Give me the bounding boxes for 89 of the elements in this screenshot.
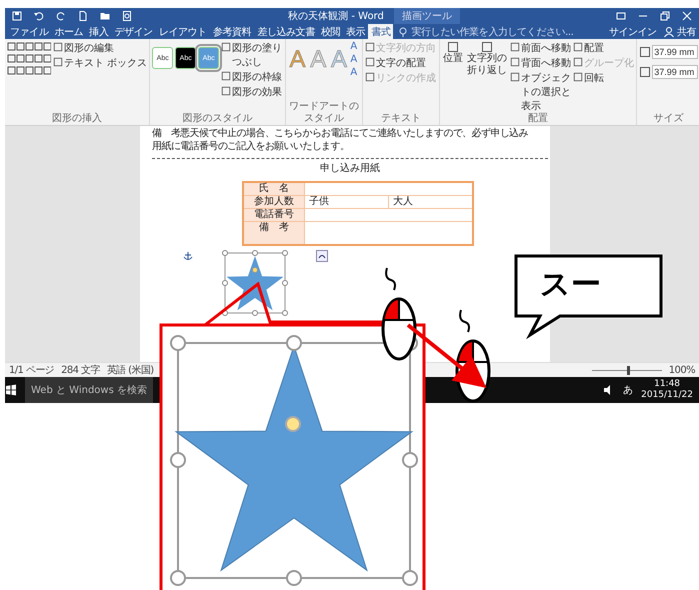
command-icon — [365, 57, 376, 67]
ribbon-command[interactable]: 前面へ移動 — [510, 41, 572, 55]
tell-me-field[interactable]: 実行したい作業を入力してください... — [411, 24, 574, 38]
size-icon — [639, 46, 652, 58]
ribbon-command[interactable]: 図形の効果 — [221, 85, 284, 99]
group-label: サイズ — [654, 113, 684, 124]
command-icon — [221, 71, 232, 81]
ribbon-tab[interactable]: 挿入 — [86, 24, 112, 39]
group-label: 図形のスタイル — [182, 113, 253, 124]
window-title: 秋の天体観測 - Word — [288, 10, 384, 23]
word-count: 284 文字 — [61, 364, 100, 377]
ribbon-command[interactable]: 配置 — [573, 41, 634, 55]
command-icon — [573, 72, 584, 82]
command-icon — [573, 57, 584, 67]
size-field[interactable]: 37.99 mm — [652, 65, 698, 79]
ribbon-command[interactable]: 図形の塗りつぶし — [221, 41, 284, 69]
ribbon-command[interactable]: 回転 — [573, 71, 634, 85]
folder-icon[interactable] — [99, 10, 111, 22]
command-icon — [510, 57, 520, 67]
body-text: 備 考悪天候で中止の場合、こちらからお電話にてご連絡いたしますので、必ず申し込み — [152, 127, 528, 140]
table-header-cell: 氏 名 — [243, 182, 304, 196]
layout-options-icon[interactable] — [316, 250, 328, 262]
command-icon — [221, 42, 232, 52]
windows-logo-icon[interactable] — [5, 384, 17, 396]
anchor-icon — [182, 250, 194, 262]
table-header-cell: 参加人数 — [243, 196, 304, 208]
close-icon[interactable] — [681, 10, 694, 22]
context-tab-header: 描画ツール — [394, 8, 460, 24]
taskbar-search-field[interactable]: Web と Windows を検索 — [25, 377, 153, 403]
group-label: 図形の挿入 — [52, 113, 102, 124]
body-text: 用紙に電話番号のご記入をお願いいたします。 — [152, 140, 350, 153]
command-icon — [573, 42, 584, 52]
restore-icon[interactable] — [659, 10, 672, 22]
shapes-gallery[interactable] — [7, 41, 51, 77]
command-icon — [510, 42, 520, 52]
ribbon-command[interactable]: 文字の配置 — [365, 56, 438, 70]
print-preview-icon[interactable] — [121, 10, 133, 22]
size-icon — [639, 66, 652, 78]
ribbon-tab[interactable]: ファイル — [7, 24, 52, 39]
page-count: 1/1 ページ — [9, 364, 54, 377]
sign-in-link[interactable]: サインイン — [606, 24, 660, 39]
person-icon — [662, 26, 675, 38]
clock-time: 11:48 — [654, 379, 680, 390]
zoom-percent[interactable]: 100% — [668, 364, 695, 376]
ribbon-command[interactable]: 文字列の折り返し — [466, 41, 508, 113]
command-icon — [221, 86, 232, 96]
ribbon-tab[interactable]: 参考資料 — [210, 24, 254, 39]
layout-icon — [481, 41, 494, 53]
ime-indicator[interactable]: あ — [623, 383, 634, 397]
ribbon-tab[interactable]: ホーム — [51, 24, 86, 39]
command-icon — [510, 72, 520, 82]
share-button[interactable]: 共有 — [676, 24, 696, 38]
clock-date: 2015/11/22 — [641, 390, 693, 401]
language-indicator[interactable]: 英語 (米国) — [106, 363, 154, 377]
table-cell: 大人 — [388, 196, 473, 208]
text-effect-button[interactable]: A — [350, 67, 360, 79]
command-icon — [365, 72, 376, 82]
ribbon-command[interactable]: 背面へ移動 — [510, 56, 572, 70]
ribbon-command[interactable]: 図形の枠線 — [221, 70, 284, 84]
ribbon-tab[interactable]: 表示 — [343, 24, 368, 39]
group-label: ワードアートのスタイル — [289, 101, 360, 124]
command-icon — [365, 42, 376, 52]
size-field[interactable]: 37.99 mm — [652, 45, 698, 59]
table-header-cell: 電話番号 — [243, 208, 304, 222]
ribbon-command[interactable]: 位置 — [442, 41, 464, 113]
ribbon-command[interactable]: オブジェクトの選択と表示 — [510, 71, 572, 113]
ribbon-tab[interactable]: 差し込み文書 — [254, 24, 318, 39]
save-icon[interactable] — [11, 10, 23, 22]
ribbon-display-icon[interactable] — [615, 10, 628, 22]
table-header-cell: 備 考 — [243, 222, 304, 245]
zoom-slider-thumb[interactable] — [626, 366, 630, 374]
table-cell: 子供 — [304, 196, 388, 208]
text-effect-button[interactable]: A — [350, 41, 360, 53]
layout-icon — [447, 41, 460, 53]
ribbon-tab[interactable]: 校閲 — [318, 24, 344, 39]
ribbon-command[interactable]: 図形の編集 — [53, 41, 148, 55]
group-label: テキスト — [381, 113, 422, 124]
document-icon[interactable] — [77, 10, 89, 22]
form-title: 申し込み用紙 — [319, 162, 381, 175]
lightbulb-icon — [397, 26, 410, 38]
ribbon-tab[interactable]: 書式 — [368, 24, 394, 39]
text-effect-button[interactable]: A — [350, 54, 360, 66]
undo-icon[interactable] — [33, 10, 45, 22]
ribbon-tab[interactable]: デザイン — [111, 24, 156, 39]
group-label: 配置 — [528, 113, 548, 124]
redo-icon[interactable] — [55, 10, 67, 22]
bubble-text: スー — [540, 268, 601, 302]
ribbon-tab[interactable]: レイアウト — [156, 24, 210, 39]
ribbon-command[interactable]: テキスト ボックス — [53, 56, 148, 70]
